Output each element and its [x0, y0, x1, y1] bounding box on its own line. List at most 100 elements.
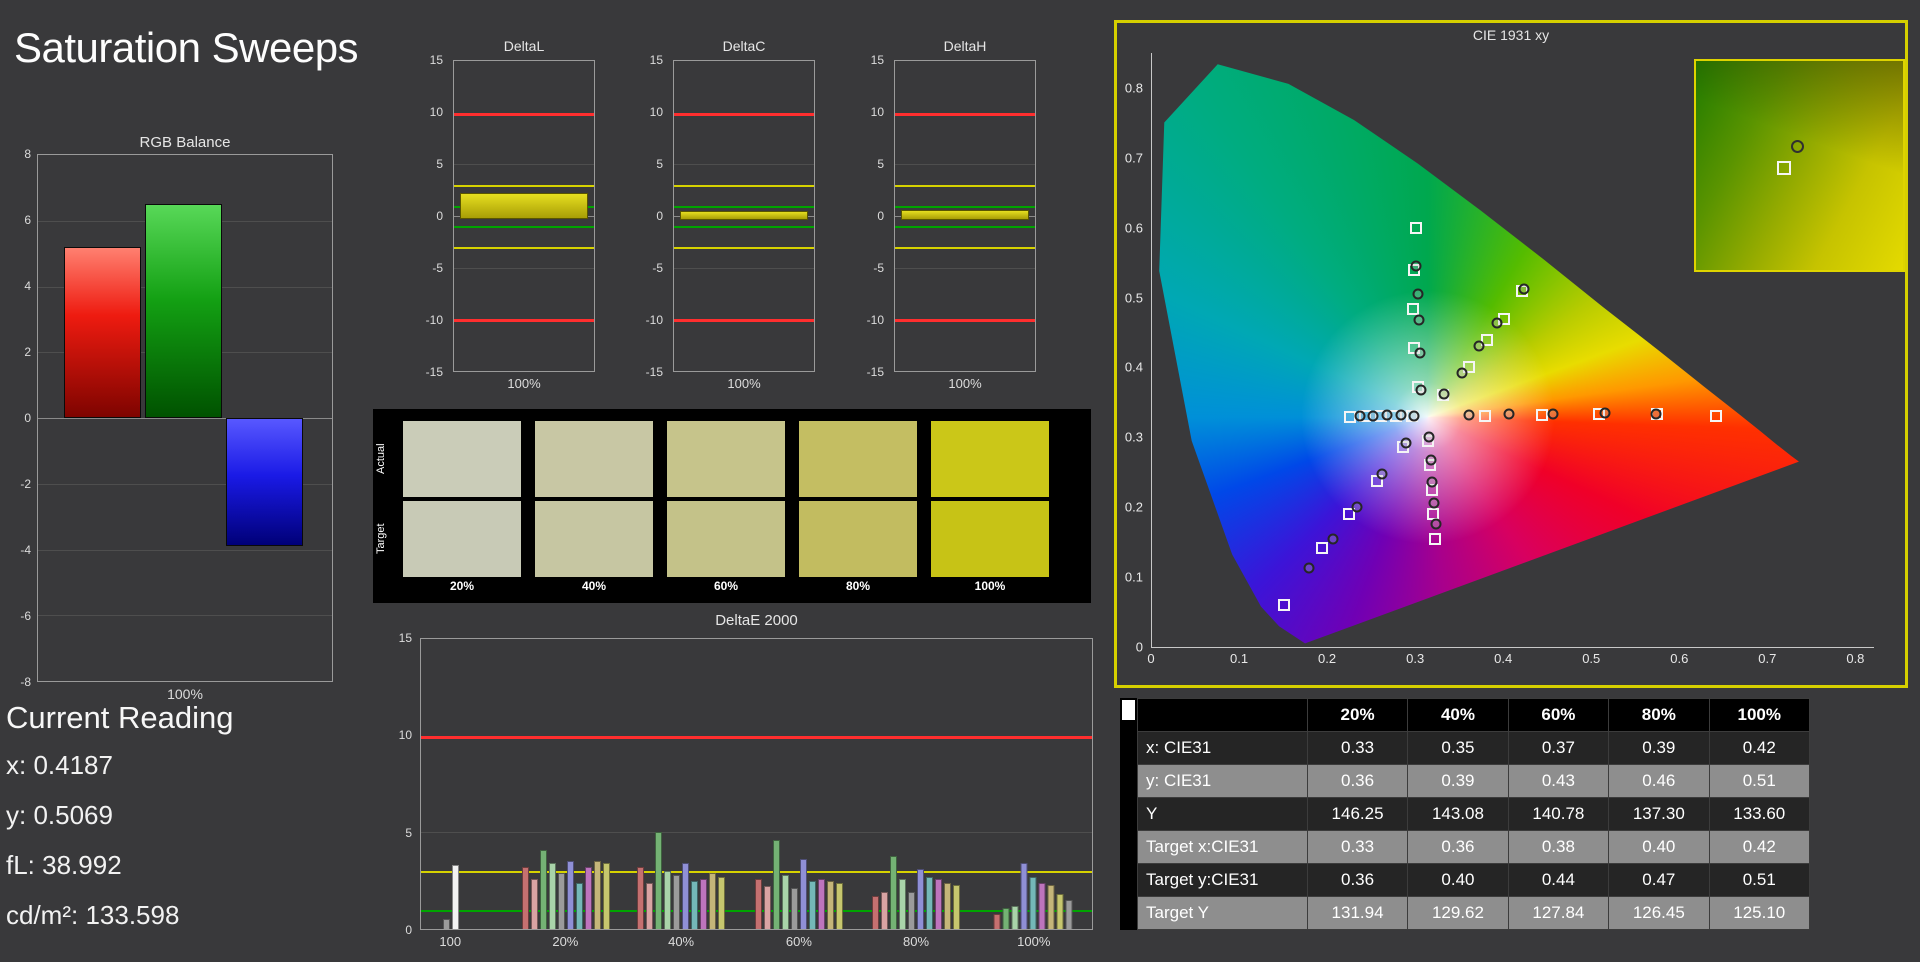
y-tick-label: 4 [24, 279, 31, 293]
actual-swatch-80% [799, 421, 917, 497]
deltal-y-axis: 15 10 5 0 -5 -10 -15 [417, 53, 447, 379]
target-swatch-60% [667, 501, 785, 577]
deltah-title: DeltaH [943, 38, 987, 54]
deltae-bar [602, 863, 610, 929]
y-tick-label: 0 [24, 411, 31, 425]
deltah-chart: DeltaH 15 10 5 0 -5 -10 -15 100% [858, 34, 1044, 404]
deltah-plot [894, 60, 1036, 372]
bar-blue [226, 418, 303, 547]
deltae-bar [575, 882, 583, 929]
limit-line [895, 112, 1035, 116]
y-tick-label: -2 [20, 477, 31, 491]
deltae-bar [790, 888, 798, 929]
deltae-bar [763, 886, 771, 929]
target-point-green [1406, 302, 1419, 315]
actual-swatch-100% [931, 421, 1049, 497]
table-row: y: CIE31 0.36 0.39 0.43 0.46 0.51 [1137, 764, 1811, 798]
measured-point-yellow [1438, 388, 1450, 400]
gridline [454, 164, 594, 166]
deltae-bar [1020, 863, 1028, 929]
bar-group-20% [521, 639, 610, 929]
limit-line [895, 205, 1035, 208]
target-point-green [1410, 221, 1423, 234]
current-reading-line: x: 0.4187 [6, 750, 113, 780]
x-group-label: 40% [668, 934, 695, 949]
deltac-chart: DeltaC 15 10 5 0 -5 -10 -15 100% [637, 34, 823, 404]
rgb-balance-y-axis: 8 6 4 2 0 -2 -4 -6 -8 [8, 147, 35, 689]
table-value-cell: 0.40 [1608, 830, 1710, 864]
table-value-cell: 0.46 [1608, 764, 1710, 798]
current-reading-line: y: 0.5069 [6, 800, 113, 830]
deltae-bar [889, 855, 897, 929]
x-group-label: 100 [439, 934, 462, 949]
y-tick-label: -6 [20, 609, 31, 623]
table-value-cell: 129.62 [1407, 896, 1509, 930]
deltac-bar [679, 210, 809, 220]
table-row-label: Target Y [1137, 896, 1308, 930]
rgb-balance-chart: RGB Balance 8 6 4 2 0 -2 -4 -6 -8 100% [8, 130, 352, 710]
target-point-red [1709, 410, 1722, 423]
swatch-row-label-target: Target [375, 523, 387, 555]
swatch-col-label: 40% [581, 579, 607, 593]
bar-group-40% [637, 639, 726, 929]
y-tick-label: 10 [649, 105, 663, 119]
limit-line [454, 185, 594, 187]
cie-1931-chart: CIE 1931 xy 0.8 0.7 0.6 0.5 0.4 0.3 0.2 0.1 0 00… [1114, 20, 1908, 688]
deltae-bar [655, 832, 663, 929]
table-value-cell: 0.51 [1708, 764, 1811, 798]
cie-values-table: 20% 40% 60% 80% 100% x: CIE31 0.33 0.35 0.37 0.39… [1137, 698, 1811, 930]
measured-point-red [1463, 409, 1475, 421]
current-reading: Current Reading x: 0.4187 y: 0.5069 fL: 38… [6, 700, 233, 950]
table-value-cell: 0.44 [1507, 863, 1610, 897]
table-header-row: 20% 40% 60% 80% 100% [1137, 698, 1811, 732]
y-tick-label: -5 [432, 261, 443, 275]
y-tick-label: 2 [24, 345, 31, 359]
measured-point-magenta [1423, 431, 1435, 443]
measured-point-blue [1327, 533, 1338, 545]
measured-point-green [1410, 260, 1422, 272]
measured-point-magenta [1425, 454, 1437, 466]
y-tick-label: 0.1 [1124, 569, 1143, 585]
table-value-cell: 0.40 [1407, 863, 1509, 897]
table-value-cell: 0.33 [1306, 731, 1409, 765]
inset-target-point [1776, 161, 1791, 176]
gridline [454, 267, 594, 269]
limit-line [895, 247, 1035, 249]
measured-point-green [1415, 384, 1427, 396]
gridline [674, 267, 814, 269]
measured-point-yellow [1518, 283, 1530, 294]
table-value-cell: 126.45 [1608, 896, 1710, 930]
table-value-cell: 137.30 [1608, 797, 1710, 831]
limit-line [674, 247, 814, 249]
deltae-bar [1056, 894, 1064, 929]
deltae-bar [593, 861, 601, 929]
target-point-blue [1278, 599, 1291, 612]
y-tick-label: 10 [429, 105, 443, 119]
table-row-label: Target y:CIE31 [1137, 863, 1308, 897]
gridline [38, 549, 332, 551]
deltae-bar [880, 892, 888, 929]
table-value-cell: 0.35 [1407, 731, 1509, 765]
table-value-cell: 143.08 [1407, 797, 1509, 831]
measured-point-green [1412, 288, 1424, 300]
measured-point-green [1413, 314, 1425, 326]
y-tick-label: 10 [870, 105, 884, 119]
swatch-row-label-actual: Actual [375, 443, 387, 475]
x-group-label: 100% [1017, 934, 1051, 949]
table-row: Target y:CIE31 0.36 0.40 0.44 0.47 0.51 [1137, 863, 1811, 897]
table-value-cell: 140.78 [1507, 797, 1610, 831]
table-row-label: x: CIE31 [1137, 731, 1308, 765]
deltal-chart: DeltaL 15 10 5 0 -5 -10 -15 100% [417, 34, 603, 404]
x-tick-label: 0.6 [1670, 651, 1689, 666]
x-tick-label: 0.2 [1318, 651, 1337, 666]
inset-measured-point [1791, 140, 1805, 154]
x-tick-label: 0.3 [1406, 651, 1425, 666]
table-value-cell: 0.47 [1608, 863, 1710, 897]
y-tick-label: 0 [656, 209, 663, 223]
y-tick-label: -15 [866, 365, 884, 379]
target-swatch-100% [931, 501, 1049, 577]
table-value-cell: 0.39 [1407, 764, 1509, 798]
measured-point-cyan [1395, 409, 1407, 421]
deltae-bar [530, 878, 538, 929]
deltae-bar [943, 882, 951, 929]
